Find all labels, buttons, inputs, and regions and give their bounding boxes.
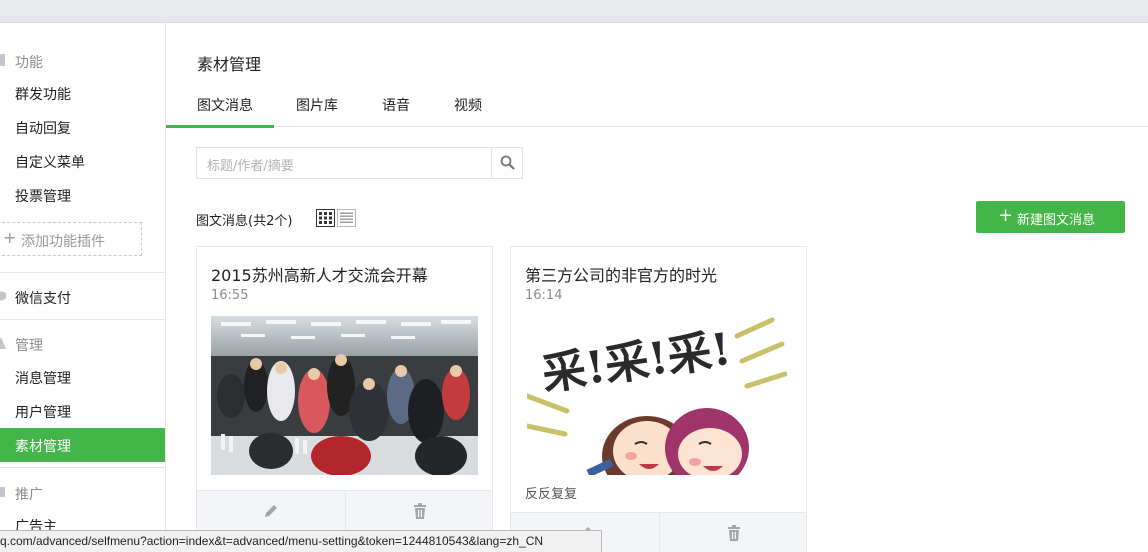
sidebar-item-message-manage[interactable]: 消息管理 — [0, 360, 165, 394]
add-plugin-label: 添加功能插件 — [21, 234, 105, 250]
search-input[interactable]: 标题/作者/摘要 — [207, 155, 294, 174]
sidebar-divider — [0, 272, 165, 273]
delete-button[interactable] — [659, 513, 806, 552]
sidebar-item-label: 群发功能 — [15, 87, 71, 103]
card-time: 16:14 — [525, 288, 563, 303]
sidebar-section-promote: 推广 — [0, 480, 165, 506]
sidebar-item-label: 投票管理 — [15, 189, 71, 205]
wechat-pay-icon — [0, 291, 6, 301]
sidebar-item-label: 自动回复 — [15, 121, 71, 137]
sidebar-item-material-manage[interactable]: 素材管理 — [0, 428, 165, 462]
card-cover-image: 采!采!采! — [527, 316, 787, 475]
sidebar-section-manage: 管理 — [0, 331, 165, 357]
sidebar-item-mass-send[interactable]: 群发功能 — [0, 76, 165, 110]
news-card[interactable]: 2015苏州高新人才交流会开幕 16:55 — [196, 246, 493, 552]
sidebar-item-label: 消息管理 — [15, 371, 71, 387]
card-digest: 反反复复 — [525, 487, 578, 502]
sidebar-item-label: 自定义菜单 — [15, 155, 85, 171]
grid-view-icon — [319, 212, 332, 224]
sidebar-divider — [0, 467, 165, 468]
sidebar-item-auto-reply[interactable]: 自动回复 — [0, 110, 165, 144]
new-news-button[interactable]: + 新建图文消息 — [976, 201, 1125, 233]
promote-section-icon — [0, 487, 5, 497]
tab-voice[interactable]: 语音 — [382, 95, 410, 115]
sidebar-item-user-manage[interactable]: 用户管理 — [0, 394, 165, 428]
sidebar-item-vote-manage[interactable]: 投票管理 — [0, 178, 165, 212]
page-title: 素材管理 — [197, 55, 262, 74]
pencil-icon — [265, 505, 277, 517]
main-content: 素材管理 图文消息 图片库 语音 视频 标题/作者/摘要 图文消息(共2个) + — [166, 23, 1148, 552]
card-title[interactable]: 2015苏州高新人才交流会开幕 — [211, 262, 428, 286]
tab-image-library[interactable]: 图片库 — [296, 95, 338, 115]
sidebar-section-features: 功能 — [0, 48, 165, 74]
tab-news[interactable]: 图文消息 — [197, 95, 253, 115]
plus-icon: + — [998, 205, 1014, 226]
sidebar-section-label: 推广 — [15, 487, 43, 503]
browser-top-bar — [0, 0, 1148, 23]
trash-icon — [414, 503, 426, 519]
status-url: q.com/advanced/selfmenu?action=index&t=a… — [0, 534, 544, 548]
grid-view-button[interactable] — [316, 209, 335, 227]
search-button[interactable] — [491, 148, 522, 178]
sidebar-item-label: 素材管理 — [15, 439, 71, 455]
sidebar-section-label: 管理 — [15, 338, 43, 354]
active-tab-indicator — [166, 125, 274, 128]
sidebar-item-wechat-pay[interactable]: 微信支付 — [0, 280, 165, 314]
manage-section-icon — [0, 337, 6, 349]
card-title[interactable]: 第三方公司的非官方的时光 — [525, 262, 717, 286]
list-view-icon — [340, 212, 353, 223]
list-view-button[interactable] — [337, 209, 356, 227]
sidebar-item-label: 微信支付 — [15, 291, 71, 307]
tab-video[interactable]: 视频 — [454, 95, 482, 115]
sidebar-divider — [0, 319, 165, 320]
sidebar-item-label: 用户管理 — [15, 405, 71, 421]
add-plugin-button[interactable]: + 添加功能插件 — [0, 222, 142, 256]
trash-icon — [728, 525, 740, 541]
features-section-icon — [0, 54, 5, 66]
card-actions — [197, 490, 492, 536]
sidebar-section-label: 功能 — [15, 55, 43, 71]
search-box[interactable]: 标题/作者/摘要 — [196, 147, 523, 179]
news-card[interactable]: 第三方公司的非官方的时光 16:14 采!采!采! 反反复复 — [510, 246, 807, 552]
sidebar: 功能 群发功能 自动回复 自定义菜单 投票管理 + 添加功能插件 微信支付 管理… — [0, 23, 166, 552]
sidebar-item-custom-menu[interactable]: 自定义菜单 — [0, 144, 165, 178]
card-cover-image — [211, 316, 478, 475]
plus-icon: + — [3, 228, 17, 247]
list-title: 图文消息(共2个) — [196, 214, 293, 229]
search-icon — [500, 155, 515, 170]
tab-bar: 图文消息 图片库 语音 视频 — [166, 85, 1148, 128]
new-news-button-label: 新建图文消息 — [1017, 213, 1096, 228]
browser-status-bar: q.com/advanced/selfmenu?action=index&t=a… — [0, 530, 602, 552]
card-time: 16:55 — [211, 288, 249, 303]
